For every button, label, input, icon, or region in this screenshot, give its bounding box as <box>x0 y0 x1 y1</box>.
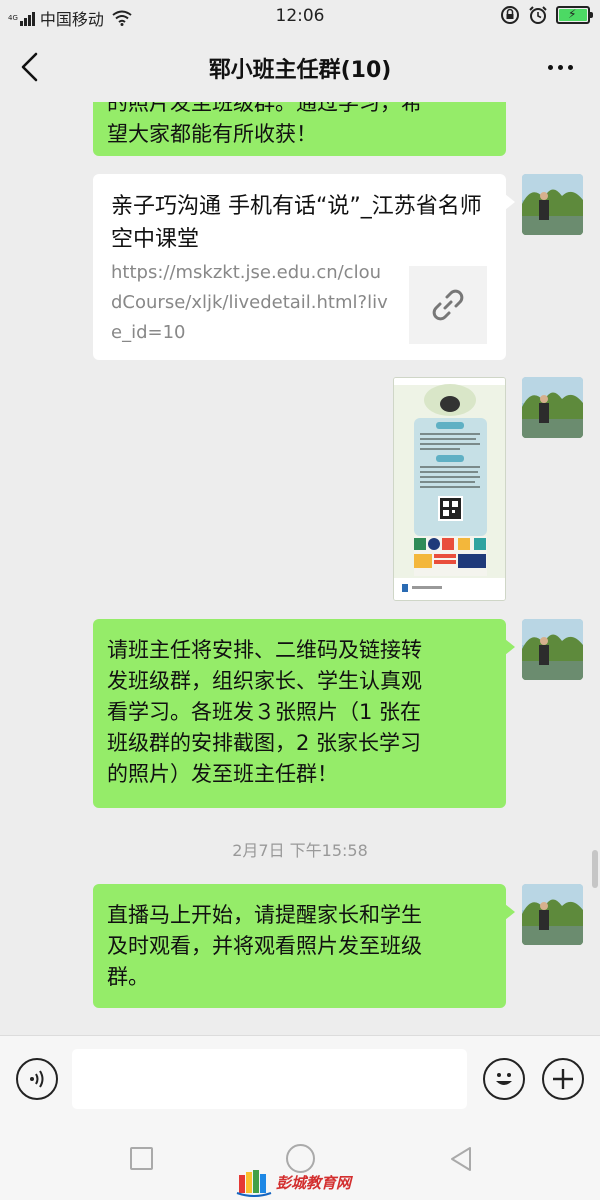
shared-image[interactable] <box>393 377 506 601</box>
avatar[interactable] <box>522 377 583 438</box>
message-line: 直播马上开始，请提醒家长和学生 <box>107 903 422 927</box>
link-url: https://mskzkt.jse.edu.cn/cloudCourse/xl… <box>111 262 388 343</box>
status-bar: 4G 中国移动 12:06 ⚡ <box>0 0 600 32</box>
emoji-icon <box>496 1073 512 1085</box>
back-arrow-icon <box>21 52 38 82</box>
link-thumbnail <box>409 266 487 344</box>
watermark-text: 彭城教育网 <box>276 1173 352 1192</box>
message-line: 的照片）发至班主任群！ <box>107 762 338 786</box>
system-nav-bar: 彭城教育网 <box>0 1125 600 1200</box>
emoji-button[interactable] <box>483 1058 525 1100</box>
message-timestamp: 2月7日 下午15:58 <box>232 841 368 860</box>
screenshot-thumbnail <box>394 378 505 600</box>
message-bubble[interactable]: 请班主任将安排、二维码及链接转 发班级群，组织家长、学生认真观 看学习。各班发３… <box>93 619 515 808</box>
message-line: 及时观看，并将观看照片发至班级 <box>107 934 422 958</box>
message-line: 班级群的安排截图，2 张家长学习 <box>107 731 422 755</box>
message-bubble[interactable]: 直播马上开始，请提醒家长和学生 及时观看，并将观看照片发至班级 群。 <box>93 884 515 1008</box>
avatar[interactable] <box>522 174 583 235</box>
recent-apps-button[interactable] <box>130 1147 153 1170</box>
link-title: 亲子巧沟通 手机有话“说”_江苏省名师空中课堂 <box>111 194 482 252</box>
message-line: 发班级群，组织家长、学生认真观 <box>107 669 422 693</box>
chat-title: 郓小班主任群(10) <box>208 58 392 83</box>
link-icon <box>432 289 464 321</box>
avatar[interactable] <box>522 619 583 680</box>
message-line: 望大家都能有所收获！ <box>107 122 317 146</box>
chat-header: 郓小班主任群(10) <box>0 32 600 102</box>
book-logo-icon <box>236 1170 272 1197</box>
input-bar <box>0 1035 600 1125</box>
watermark: 彭城教育网 <box>236 1167 351 1197</box>
message-line: 请班主任将安排、二维码及链接转 <box>107 638 422 662</box>
chat-messages[interactable]: 的照片发至班级群。通过学习，希 望大家都能有所收获！ 亲子巧沟通 手机有话“说”… <box>0 102 600 1035</box>
plus-button[interactable] <box>542 1058 584 1100</box>
battery-icon: ⚡ <box>556 6 593 24</box>
message-line: 群。 <box>107 965 149 989</box>
link-card[interactable]: 亲子巧沟通 手机有话“说”_江苏省名师空中课堂 https://mskzkt.j… <box>93 174 515 360</box>
message-line: 看学习。各班发３张照片（1 张在 <box>107 700 422 724</box>
nav-back-button[interactable] <box>448 1145 474 1173</box>
message-bubble[interactable]: 的照片发至班级群。通过学习，希 望大家都能有所收获！ <box>93 102 506 156</box>
avatar[interactable] <box>522 884 583 945</box>
lock-icon <box>501 6 519 24</box>
back-button[interactable] <box>14 48 50 86</box>
more-dots-icon <box>547 64 553 70</box>
plus-icon <box>553 1069 573 1089</box>
voice-icon <box>30 1070 44 1088</box>
voice-button[interactable] <box>16 1058 58 1100</box>
status-bar-right: ⚡ <box>500 5 593 25</box>
message-line: 的照片发至班级群。通过学习，希 <box>107 102 422 115</box>
alarm-icon <box>529 6 547 24</box>
message-input[interactable] <box>72 1049 467 1109</box>
scrollbar-thumb[interactable] <box>592 850 598 888</box>
more-options-button[interactable] <box>540 50 580 84</box>
